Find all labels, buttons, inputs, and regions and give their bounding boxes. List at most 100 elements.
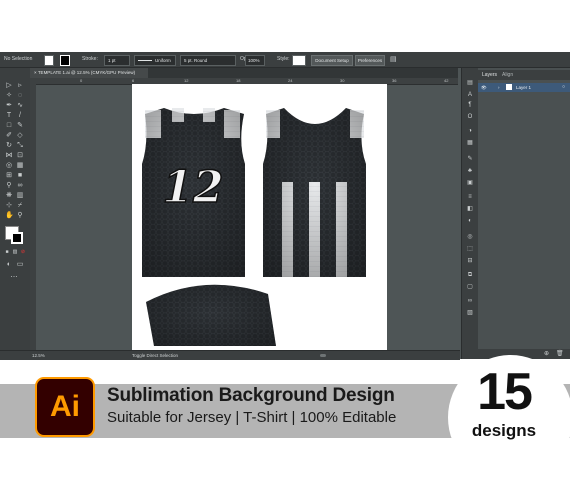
rotate-tool-icon[interactable]: ↻ — [5, 142, 13, 149]
vertical-ruler — [30, 78, 36, 354]
design-count: 15 — [477, 363, 533, 421]
jersey-back[interactable] — [263, 108, 366, 277]
slice-tool-icon[interactable]: ⌿ — [16, 202, 24, 209]
rectangle-tool-icon[interactable]: □ — [5, 122, 13, 129]
layers-panel-tabs: Layers Align — [478, 70, 570, 80]
zoom-level[interactable]: 12.5% — [32, 351, 45, 360]
mesh-tool-icon[interactable]: ⊞ — [5, 172, 13, 179]
draw-mode-icon[interactable]: ◐ — [5, 261, 13, 268]
screen-mode-icon[interactable]: ▭ — [16, 261, 24, 268]
banner-title: Sublimation Background Design — [107, 385, 395, 406]
style-label: Style: — [277, 56, 290, 62]
curvature-tool-icon[interactable]: ∿ — [16, 102, 24, 109]
color-icon[interactable]: ◑ — [466, 128, 474, 135]
paintbrush-tool-icon[interactable]: ✎ — [16, 122, 24, 129]
artboard-tool-icon[interactable]: ⊹ — [5, 202, 13, 209]
layer-row[interactable]: 👁 › Layer 1 ○ — [478, 83, 570, 92]
arrange-documents-icon[interactable]: ▤ — [390, 55, 397, 64]
tools-panel: ▷ ▹ ✧ ◌ ✒ ∿ T / □ ✎ ✐ ◇ ↻ ⤡ ⋈ ⊡ ◎ ▦ ⊞ ■ … — [0, 68, 31, 359]
jersey-front[interactable]: 12 — [142, 108, 245, 277]
eraser-tool-icon[interactable]: ◇ — [16, 132, 24, 139]
lasso-tool-icon[interactable]: ◌ — [16, 92, 24, 99]
opentype-icon[interactable]: O — [466, 114, 474, 121]
paragraph-icon[interactable]: ¶ — [466, 102, 474, 109]
gradient-panel-icon[interactable]: ◧ — [466, 206, 474, 213]
align-icon[interactable]: ⊟ — [466, 258, 474, 265]
column-graph-tool-icon[interactable]: ▥ — [16, 192, 24, 199]
more-tools-icon[interactable]: ⋯ — [10, 274, 18, 281]
brush-definition[interactable]: 5 pt. Round — [180, 55, 236, 66]
tool-hint: Toggle Direct Selection — [132, 353, 179, 358]
control-bar: No Selection Stroke: 1 pt Uniform 5 pt. … — [0, 52, 570, 68]
none-mode-icon[interactable]: ⊘ — [19, 249, 27, 256]
tab-close-icon[interactable]: × — [34, 70, 37, 75]
fill-swatch[interactable] — [44, 55, 54, 66]
color-mode-icon[interactable]: ■ — [3, 249, 11, 256]
trash-icon[interactable]: 🗑 — [556, 350, 564, 357]
ruler-tick: 12 — [184, 78, 189, 83]
tab-align[interactable]: Align — [502, 70, 513, 80]
opacity-value: 100% — [248, 58, 260, 63]
transform-icon[interactable]: ⬚ — [466, 246, 474, 253]
banner-subtitle: Suitable for Jersey | T-Shirt | 100% Edi… — [107, 409, 397, 426]
stroke-panel-icon[interactable]: ≡ — [466, 194, 474, 201]
eyedropper-tool-icon[interactable]: ⚲ — [5, 182, 13, 189]
perspective-grid-tool-icon[interactable]: ▦ — [16, 162, 24, 169]
selection-tool-icon[interactable]: ▷ — [5, 82, 13, 89]
brush-value: 5 pt. Round — [184, 58, 208, 63]
free-transform-tool-icon[interactable]: ⊡ — [16, 152, 24, 159]
magic-wand-tool-icon[interactable]: ✧ — [5, 92, 13, 99]
preferences-button[interactable]: Preferences — [355, 55, 385, 66]
eye-icon[interactable]: 👁 — [481, 83, 487, 92]
artboards-icon[interactable]: ▢ — [466, 284, 474, 291]
chevron-right-icon[interactable]: › — [498, 83, 500, 92]
width-tool-icon[interactable]: ⋈ — [5, 152, 13, 159]
new-layer-icon[interactable]: ⊕ — [544, 350, 549, 357]
layer-target-icon[interactable]: ○ — [562, 83, 565, 92]
horizontal-scrollbar[interactable] — [320, 354, 326, 357]
design-count-label: designs — [471, 421, 537, 440]
ruler-tick: 36 — [392, 78, 397, 83]
stroke-color-swatch[interactable] — [11, 232, 23, 244]
type-tool-icon[interactable]: T — [5, 112, 13, 119]
layers-icon[interactable]: ⧉ — [466, 272, 474, 279]
artboard[interactable]: 12 — [132, 84, 387, 354]
line-tool-icon[interactable]: / — [16, 112, 24, 119]
jersey-collar-piece[interactable] — [146, 284, 276, 346]
character-icon[interactable]: A — [466, 92, 474, 99]
stroke-weight-field[interactable]: 1 pt — [104, 55, 130, 66]
symbol-sprayer-tool-icon[interactable]: ❋ — [5, 192, 13, 199]
stroke-label: Stroke: — [82, 56, 98, 62]
symbols-icon[interactable]: ♣ — [466, 168, 474, 175]
pen-tool-icon[interactable]: ✒ — [5, 102, 13, 109]
variable-width-profile[interactable]: Uniform — [134, 55, 176, 66]
opacity-field[interactable]: 100% — [245, 55, 265, 66]
scale-tool-icon[interactable]: ⤡ — [16, 142, 24, 149]
illustrator-window: No Selection Stroke: 1 pt Uniform 5 pt. … — [0, 52, 570, 360]
direct-selection-tool-icon[interactable]: ▹ — [16, 82, 24, 89]
graphic-style-swatch[interactable] — [292, 55, 306, 66]
links-icon[interactable]: ∞ — [466, 298, 474, 305]
selection-status: No Selection — [4, 56, 33, 62]
document-setup-button[interactable]: Document Setup — [311, 55, 353, 66]
zoom-tool-icon[interactable]: ⚲ — [16, 212, 24, 219]
shape-builder-tool-icon[interactable]: ◎ — [5, 162, 13, 169]
properties-icon[interactable]: ▤ — [466, 80, 474, 87]
hand-tool-icon[interactable]: ✋ — [5, 212, 14, 219]
stroke-swatch[interactable] — [60, 55, 70, 66]
transparency-icon[interactable]: ◐ — [466, 218, 474, 225]
gradient-tool-icon[interactable]: ■ — [16, 172, 24, 179]
swatches-icon[interactable]: ▦ — [466, 140, 474, 147]
libraries-icon[interactable]: ▧ — [466, 310, 474, 317]
graphic-styles-icon[interactable]: ▣ — [466, 180, 474, 187]
jersey-artwork: 12 — [142, 108, 366, 346]
brushes-icon[interactable]: ✎ — [466, 156, 474, 163]
tab-layers[interactable]: Layers — [482, 70, 497, 80]
blend-tool-icon[interactable]: ∞ — [16, 182, 24, 189]
layer-name[interactable]: Layer 1 — [516, 83, 531, 92]
ruler-tick: 18 — [236, 78, 241, 83]
appearance-icon[interactable]: ◎ — [466, 234, 474, 241]
shaper-tool-icon[interactable]: ✐ — [5, 132, 13, 139]
document-tab[interactable]: × TEMPLATE 1.ai @ 12.5% (CMYK/GPU Previe… — [30, 68, 148, 78]
gradient-mode-icon[interactable]: ▨ — [11, 249, 19, 256]
